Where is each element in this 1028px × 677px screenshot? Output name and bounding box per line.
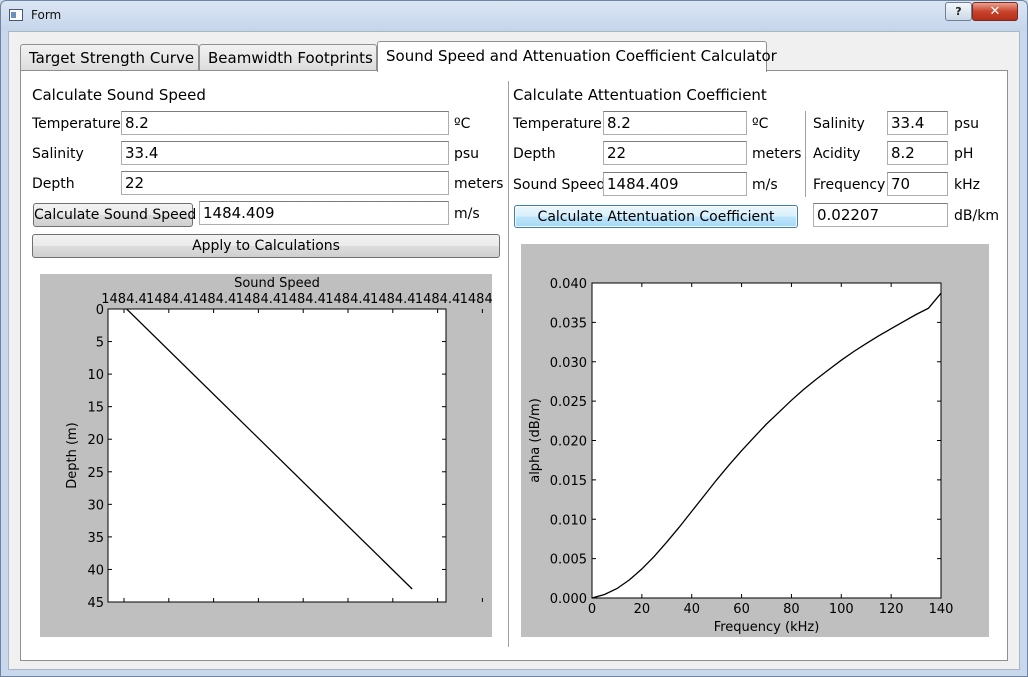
att-temperature-input[interactable] <box>603 111 747 135</box>
x-tick-label: 20 <box>634 602 651 617</box>
ss-temperature-unit: ºC <box>454 116 471 132</box>
attenuation-result-unit: dB/km <box>954 208 999 224</box>
y-tick-label: 40 <box>87 563 104 578</box>
app-window-icon <box>9 9 23 21</box>
ss-temperature-label: Temperature <box>32 116 121 132</box>
ss-depth-label: Depth <box>32 176 75 192</box>
x-tick-label: 80 <box>783 602 800 617</box>
form-client-area: Target Strength Curve Beamwidth Footprin… <box>8 31 1020 670</box>
y-tick-label: 0 <box>96 303 104 318</box>
x-tick-label: 1484.4 <box>101 292 147 307</box>
x-tick-label: 60 <box>733 602 750 617</box>
att-sound-speed-input[interactable] <box>603 172 747 196</box>
att-depth-unit: meters <box>752 146 802 162</box>
sound-speed-figure: Sound Speed 1484.4 1484.4 1484.4 1484.4 1484.… <box>40 274 505 637</box>
sound-speed-result-unit: m/s <box>454 206 480 222</box>
tab-sound-speed-attenuation[interactable]: Sound Speed and Attenuation Coefficient … <box>377 41 777 72</box>
title-bar[interactable]: Form ? ✕ <box>1 1 1027 31</box>
tab-beamwidth-footprints[interactable]: Beamwidth Footprints <box>199 44 377 71</box>
att-frequency-input[interactable] <box>887 172 948 196</box>
att-salinity-label: Salinity <box>813 116 865 132</box>
ss-depth-unit: meters <box>454 176 504 192</box>
y-tick-label: 10 <box>87 368 104 383</box>
x-axis-label: Frequency (kHz) <box>714 620 820 635</box>
window-title: Form <box>31 8 62 22</box>
close-button[interactable]: ✕ <box>972 2 1018 21</box>
ss-depth-input[interactable] <box>121 171 449 195</box>
ss-salinity-input[interactable] <box>121 141 449 165</box>
y-tick-label: 25 <box>87 466 104 481</box>
y-tick-label: 0.025 <box>550 395 587 410</box>
x-tick-label: 1484.4 <box>370 292 416 307</box>
sound-speed-heading: Calculate Sound Speed <box>32 86 206 104</box>
x-tick-label: 100 <box>829 602 854 617</box>
x-tick-label: 1484.4 <box>191 292 237 307</box>
y-tick-label: 0.020 <box>550 435 587 450</box>
x-tick-label: 140 <box>929 602 954 617</box>
att-salinity-unit: psu <box>954 116 980 132</box>
x-tick-label: 1484.5 <box>460 292 492 307</box>
x-tick-label: 1484.4 <box>236 292 282 307</box>
main-window: Form ? ✕ Target Strength Curve Beamwidth… <box>0 0 1028 677</box>
y-tick-label: 15 <box>87 401 104 416</box>
y-axis-label: alpha (dB/m) <box>528 398 543 483</box>
x-tick-label: 40 <box>683 602 700 617</box>
att-frequency-label: Frequency <box>813 177 886 193</box>
attenuation-result-field[interactable] <box>813 203 948 227</box>
x-tick-label: 1484.4 <box>415 292 461 307</box>
att-temperature-label: Temperature <box>513 116 602 132</box>
plot-area <box>107 308 447 603</box>
calculate-sound-speed-button[interactable]: Calculate Sound Speed <box>33 203 196 227</box>
help-button[interactable]: ? <box>945 2 972 21</box>
sound-speed-chart: Sound Speed1484.4 1484.4 1484.4 1484.4 1484.… <box>65 276 505 611</box>
sound-speed-result-field[interactable] <box>199 201 449 225</box>
y-axis-label: Depth (m) <box>65 422 80 489</box>
y-tick-label: 0.040 <box>550 277 587 292</box>
y-tick-label: 20 <box>87 433 104 448</box>
attenuation-heading: Calculate Attentuation Coefficient <box>513 86 767 104</box>
y-tick-label: 5 <box>96 336 104 351</box>
x-tick-label: 120 <box>879 602 904 617</box>
att-sound-speed-unit: m/s <box>752 177 778 193</box>
att-frequency-unit: kHz <box>954 177 980 193</box>
att-salinity-input[interactable] <box>887 111 948 135</box>
y-tick-label: 30 <box>87 498 104 513</box>
ss-salinity-unit: psu <box>454 146 480 162</box>
att-depth-label: Depth <box>513 146 556 162</box>
att-depth-input[interactable] <box>603 141 747 165</box>
y-tick-label: 0.010 <box>550 513 587 528</box>
y-tick-label: 0.035 <box>550 316 587 331</box>
y-tick-label: 0.005 <box>550 553 587 568</box>
att-temperature-unit: ºC <box>752 116 769 132</box>
y-tick-label: 0.015 <box>550 474 587 489</box>
apply-to-calculations-button[interactable]: Apply to Calculations <box>32 234 500 258</box>
att-acidity-unit: pH <box>954 146 974 162</box>
attenuation-figure: 0 20 40 60 80 100 120 140 0.000 0.005 0.010 0.015 0.… <box>521 244 989 637</box>
y-tick-label: 0.030 <box>550 356 587 371</box>
y-tick-label: 45 <box>87 596 104 611</box>
attenuation-inner-divider <box>805 111 806 197</box>
y-tick-label: 0.000 <box>550 592 587 607</box>
tab-panel-calculator: Calculate Sound Speed Temperature ºC Sal… <box>20 70 1008 661</box>
x-tick-label: 1484.4 <box>146 292 192 307</box>
x-tick-label: 0 <box>588 602 596 617</box>
calculate-attenuation-button[interactable]: Calculate Attentuation Coefficient <box>514 205 798 228</box>
attenuation-chart: 0 20 40 60 80 100 120 140 0.000 0.005 0.010 0.015 0.… <box>528 277 954 635</box>
ss-salinity-label: Salinity <box>32 146 84 162</box>
att-acidity-label: Acidity <box>813 146 861 162</box>
x-tick-label: 1484.4 <box>325 292 371 307</box>
att-acidity-input[interactable] <box>887 141 948 165</box>
section-divider <box>508 81 509 647</box>
chart-title: Sound Speed <box>234 276 320 291</box>
att-sound-speed-label: Sound Speed <box>513 177 606 193</box>
ss-temperature-input[interactable] <box>121 111 449 135</box>
tab-target-strength-curve[interactable]: Target Strength Curve <box>20 44 199 71</box>
y-tick-label: 35 <box>87 531 104 546</box>
x-tick-label: 1484.4 <box>280 292 326 307</box>
